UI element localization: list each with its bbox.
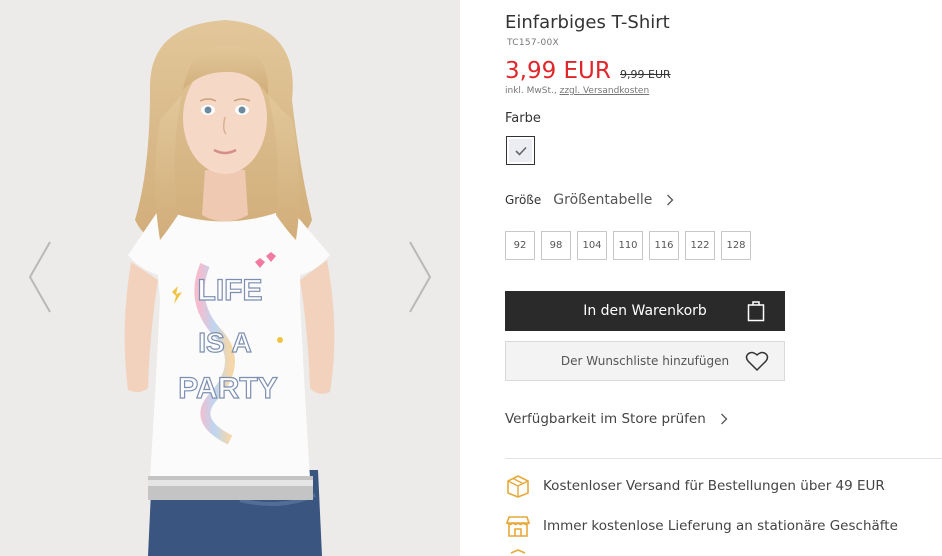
- heart-icon: [745, 351, 769, 372]
- product-photo: LIFE IS A PARTY: [124, 20, 335, 556]
- tshirt-print-line-1: LIFE: [198, 274, 263, 307]
- checkmark-icon: [514, 146, 527, 156]
- add-to-wishlist-button[interactable]: Der Wunschliste hinzufügen: [505, 341, 785, 381]
- tax-note: inkl. MwSt., zzgl. Versandkosten: [505, 86, 649, 96]
- gallery-prev-arrow-icon[interactable]: [26, 238, 54, 316]
- benefit-store-delivery: Immer kostenlose Lieferung an stationäre…: [505, 513, 898, 539]
- product-title: Einfarbiges T-Shirt: [505, 12, 670, 33]
- size-option-122[interactable]: 122: [685, 231, 715, 260]
- product-image-gallery: LIFE IS A PARTY: [0, 0, 460, 556]
- size-option-92[interactable]: 92: [505, 231, 535, 260]
- swatch-fill: [509, 139, 532, 162]
- current-price: 3,99 EUR: [505, 58, 611, 84]
- tax-note-text: inkl. MwSt.,: [505, 86, 560, 96]
- gallery-next-arrow-icon[interactable]: [406, 238, 434, 316]
- add-to-cart-button[interactable]: In den Warenkorb: [505, 291, 785, 331]
- benefit-free-shipping: Kostenloser Versand für Bestellungen übe…: [505, 473, 885, 499]
- size-options: 92 98 104 110 116 122 128: [505, 231, 751, 260]
- storefront-icon: [505, 516, 531, 537]
- shopping-bag-icon: [747, 301, 765, 322]
- divider: [505, 458, 942, 459]
- chevron-right-icon: [720, 413, 728, 425]
- size-label: Größe: [505, 193, 542, 207]
- size-option-128[interactable]: 128: [721, 231, 751, 260]
- chevron-right-icon[interactable]: [666, 194, 674, 206]
- add-to-cart-label: In den Warenkorb: [583, 303, 707, 319]
- wishlist-label: Der Wunschliste hinzufügen: [560, 354, 730, 368]
- color-swatch-selected[interactable]: [506, 136, 535, 165]
- product-details-panel: Einfarbiges T-Shirt TC157-00X 3,99 EUR 9…: [505, 0, 942, 556]
- size-option-110[interactable]: 110: [613, 231, 643, 260]
- tshirt-print-line-3: PARTY: [178, 372, 277, 405]
- old-price: 9,99 EUR: [620, 68, 671, 81]
- product-sku: TC157-00X: [507, 38, 559, 48]
- color-label: Farbe: [505, 111, 541, 126]
- shipping-costs-link[interactable]: zzgl. Versandkosten: [560, 86, 650, 96]
- size-option-98[interactable]: 98: [541, 231, 571, 260]
- benefit-store-delivery-text: Immer kostenlose Lieferung an stationäre…: [543, 518, 898, 534]
- benefit-returns: [505, 549, 543, 556]
- return-icon: [510, 549, 526, 554]
- size-option-116[interactable]: 116: [649, 231, 679, 260]
- size-option-104[interactable]: 104: [577, 231, 607, 260]
- benefit-free-shipping-text: Kostenloser Versand für Bestellungen übe…: [543, 478, 885, 494]
- store-availability-label: Verfügbarkeit im Store prüfen: [505, 411, 706, 427]
- tshirt-print-line-2: IS A: [198, 327, 251, 358]
- size-chart-link[interactable]: Größentabelle: [553, 192, 652, 208]
- delivery-box-icon: [507, 475, 529, 498]
- store-availability-link[interactable]: Verfügbarkeit im Store prüfen: [505, 411, 728, 427]
- size-header: Größe Größentabelle: [505, 192, 674, 208]
